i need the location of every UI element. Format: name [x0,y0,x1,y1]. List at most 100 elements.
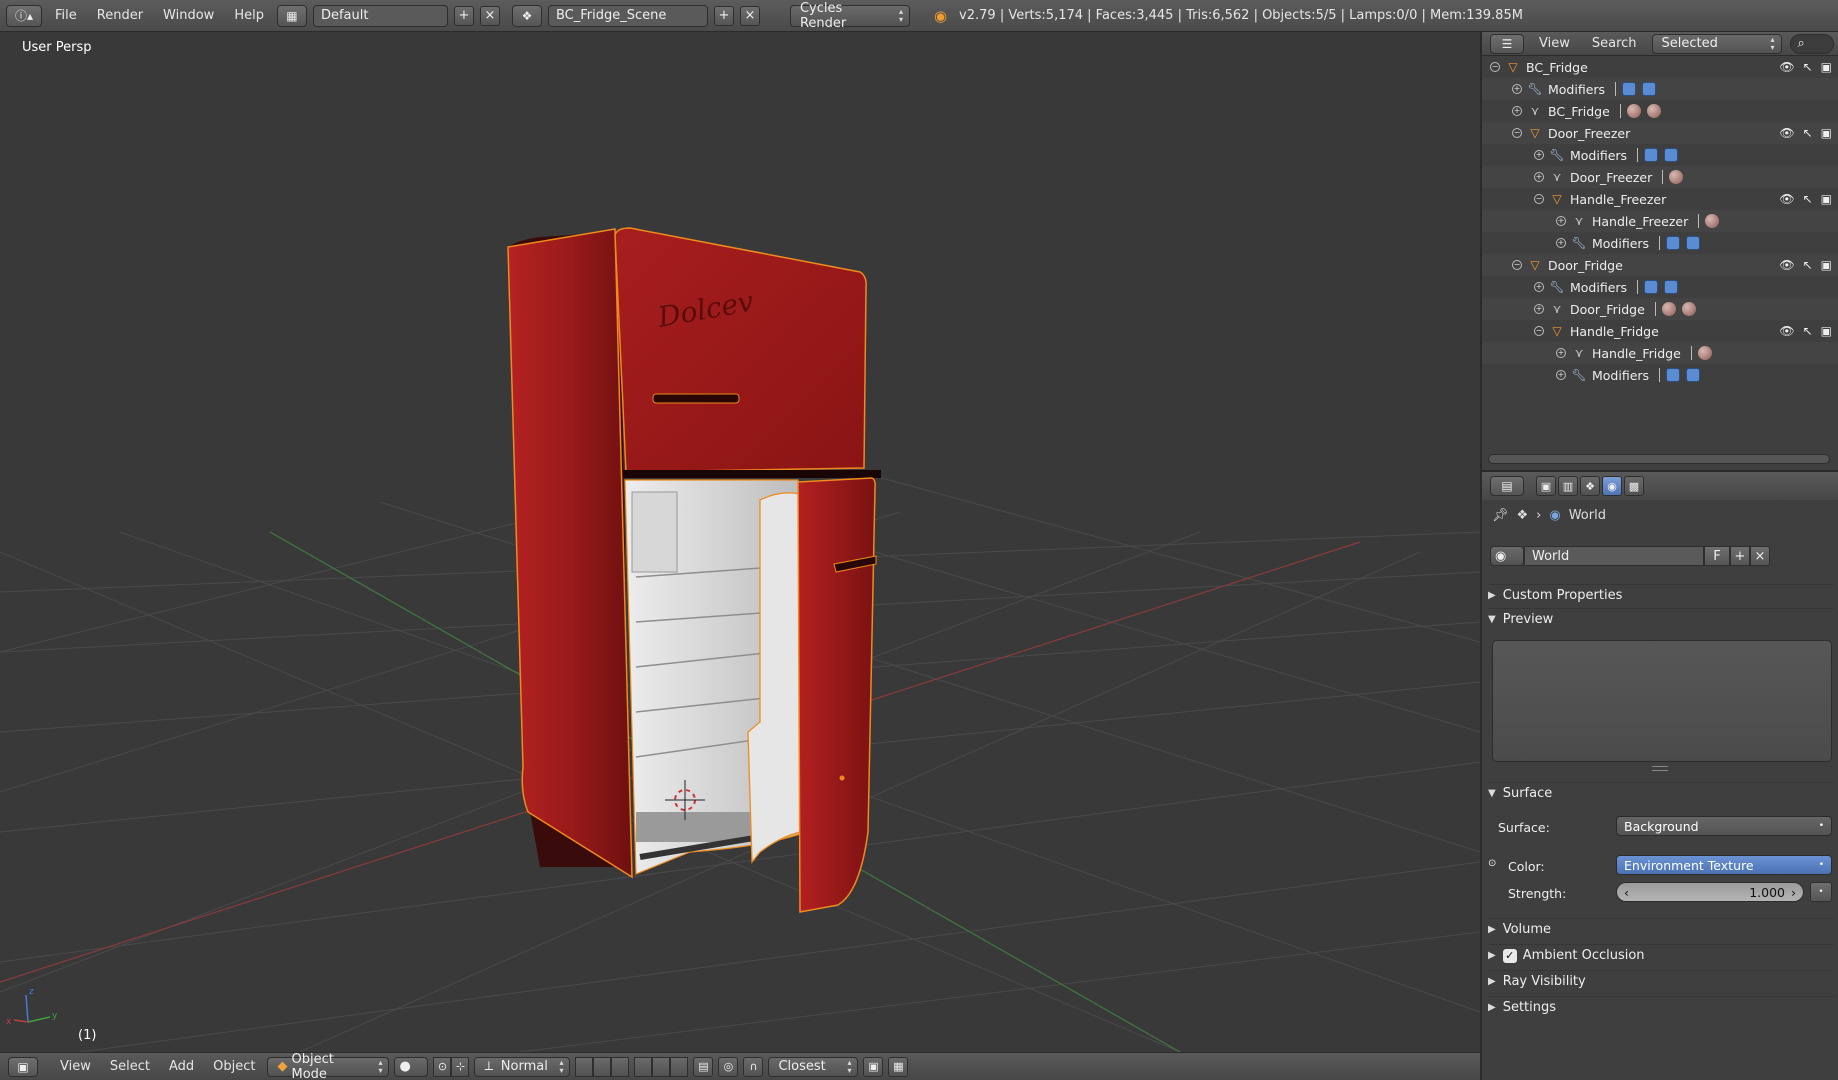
layer-button[interactable] [652,1056,671,1077]
menu-help[interactable]: Help [227,8,271,23]
outliner-row-label[interactable]: Door_Freezer [1548,126,1630,141]
layer-button[interactable] [575,1056,594,1077]
expand-toggle-icon[interactable]: + [1534,150,1544,160]
outliner-scrollbar[interactable] [1488,454,1830,464]
outliner-row[interactable]: + ⋎ Handle_Fridge [1482,342,1838,364]
outliner-row[interactable]: + 🔧︎ Modifiers [1482,144,1838,166]
menu-file[interactable]: File [48,8,84,23]
pivot-point-button[interactable]: ⊙ [433,1056,452,1077]
viewport-editor-type-button[interactable]: ▣ [8,1056,38,1077]
scene-field[interactable]: BC_Fridge_Scene [547,4,708,27]
panel-settings[interactable]: ▶ Settings [1488,996,1834,1018]
collapse-toggle-icon[interactable]: − [1534,326,1544,336]
outliner-row-label[interactable]: Door_Freezer [1570,170,1652,185]
outliner-row-label[interactable]: Modifiers [1570,148,1627,163]
outliner-row[interactable]: + 🔧︎ Modifiers [1482,276,1838,298]
panel-custom-properties[interactable]: ▶ Custom Properties [1488,584,1834,606]
panel-ambient-occlusion[interactable]: ▶ ✓ Ambient Occlusion [1488,944,1834,966]
outliner-row-label[interactable]: BC_Fridge [1526,60,1588,75]
outliner-row[interactable]: + ⋎ Door_Fridge [1482,298,1838,320]
viewport-shading-dropdown[interactable]: ● [394,1056,429,1077]
layer-button[interactable] [670,1056,689,1077]
modifier-subsurf-icon[interactable] [1644,148,1659,162]
outliner-row[interactable]: + 🔧︎ Modifiers [1482,78,1838,100]
add-scene-button[interactable]: + [713,5,734,26]
strength-link-button[interactable]: • [1810,882,1832,902]
interaction-mode-dropdown[interactable]: ◆ Object Mode ▴ ▾ [267,1052,390,1080]
proportional-edit-button[interactable]: ◎ [718,1056,739,1077]
outliner-row[interactable]: − ▽ Handle_Fridge 👁︎ ↖ ▣ [1482,320,1838,342]
outliner-row-label[interactable]: Modifiers [1570,280,1627,295]
tab-texture[interactable]: ▩ [1624,476,1644,496]
modifier-bevel-icon[interactable] [1664,148,1679,162]
menu-render[interactable]: Render [90,8,150,23]
outliner-row-label[interactable]: Handle_Freezer [1592,214,1688,229]
outliner-row[interactable]: − ▽ Door_Freezer 👁︎ ↖ ▣ [1482,122,1838,144]
panel-preview[interactable]: ▼ Preview [1488,608,1834,630]
unlink-world-button[interactable]: × [1750,546,1770,566]
screen-layout-button[interactable]: ▦ [276,4,307,27]
add-layout-button[interactable]: + [453,5,474,26]
menu-window[interactable]: Window [156,8,221,23]
outliner-row[interactable]: + ⋎ BC_Fridge [1482,100,1838,122]
tab-scene[interactable]: ❖ [1580,476,1600,496]
pin-icon[interactable]: 📌︎ [1492,508,1509,523]
outliner-row-label[interactable]: Handle_Fridge [1570,324,1659,339]
eye-icon[interactable]: 👁︎ [1779,258,1794,272]
outliner-row-label[interactable]: Door_Fridge [1548,258,1623,273]
render-camera-icon[interactable]: ▣ [1821,192,1832,206]
outliner-row[interactable]: + 🔧︎ Modifiers [1482,364,1838,386]
expand-toggle-icon[interactable]: + [1512,106,1522,116]
new-world-button[interactable]: + [1730,546,1750,566]
cursor-select-icon[interactable]: ↖ [1803,192,1813,206]
outliner-row-label[interactable]: Modifiers [1592,236,1649,251]
menu-object[interactable]: Object [206,1059,262,1074]
outliner-menu-search[interactable]: Search [1585,36,1644,51]
screen-layout-field[interactable]: Default [312,4,448,27]
preview-resize-handle[interactable] [1652,766,1668,771]
eye-icon[interactable]: 👁︎ [1779,126,1794,140]
outliner-row[interactable]: + ⋎ Handle_Freezer [1482,210,1838,232]
lock-camera-button[interactable]: ▤ [693,1056,714,1077]
expand-toggle-icon[interactable]: + [1512,84,1522,94]
outliner-row[interactable]: + 🔧︎ Modifiers [1482,232,1838,254]
render-camera-icon[interactable]: ▣ [1821,60,1832,74]
3d-viewport[interactable]: Dolcev z y x User Persp (1) [0,32,1480,1052]
world-name-field[interactable]: World [1524,546,1704,566]
snap-target-dropdown[interactable]: Closest ▴ ▾ [768,1056,859,1077]
material-icon[interactable] [1681,302,1696,316]
socket-link-icon[interactable]: ⊙ [1488,858,1496,869]
outliner-menu-view[interactable]: View [1532,36,1577,51]
expand-toggle-icon[interactable]: + [1556,216,1566,226]
material-icon[interactable] [1669,170,1684,184]
delete-scene-button[interactable]: × [739,5,760,26]
menu-add[interactable]: Add [162,1059,201,1074]
expand-toggle-icon[interactable]: + [1556,238,1566,248]
modifier-subsurf-icon[interactable] [1666,368,1681,382]
modifier-subsurf-icon[interactable] [1666,236,1681,250]
world-browse-dropdown[interactable]: ◉ [1490,546,1524,566]
scene-selector-button[interactable]: ❖ [511,4,542,27]
layer-button[interactable] [611,1056,630,1077]
cursor-select-icon[interactable]: ↖ [1803,126,1813,140]
outliner-display-mode-dropdown[interactable]: Selected ▴ ▾ [1651,33,1782,54]
fake-user-button[interactable]: F [1704,546,1730,566]
panel-ray-visibility[interactable]: ▶ Ray Visibility [1488,970,1834,992]
render-camera-icon[interactable]: ▣ [1821,126,1832,140]
expand-toggle-icon[interactable]: + [1534,282,1544,292]
collapse-toggle-icon[interactable]: − [1512,260,1522,270]
modifier-subsurf-icon[interactable] [1644,280,1659,294]
snap-toggle-button[interactable]: ∩ [743,1056,764,1077]
modifier-subsurf-icon[interactable] [1622,82,1637,96]
outliner-search-field[interactable]: ⌕ [1789,33,1834,54]
expand-toggle-icon[interactable]: + [1534,172,1544,182]
info-editor-type-button[interactable]: ⓘ▴ [6,4,42,27]
delete-layout-button[interactable]: × [479,5,500,26]
outliner-row[interactable]: − ▽ Handle_Freezer 👁︎ ↖ ▣ [1482,188,1838,210]
outliner-row[interactable]: − ▽ BC_Fridge 👁︎ ↖ ▣ [1482,56,1838,78]
collapse-toggle-icon[interactable]: − [1534,194,1544,204]
material-icon[interactable] [1697,346,1712,360]
collapse-toggle-icon[interactable]: − [1512,128,1522,138]
render-camera-icon[interactable]: ▣ [1821,324,1832,338]
expand-toggle-icon[interactable]: + [1556,348,1566,358]
